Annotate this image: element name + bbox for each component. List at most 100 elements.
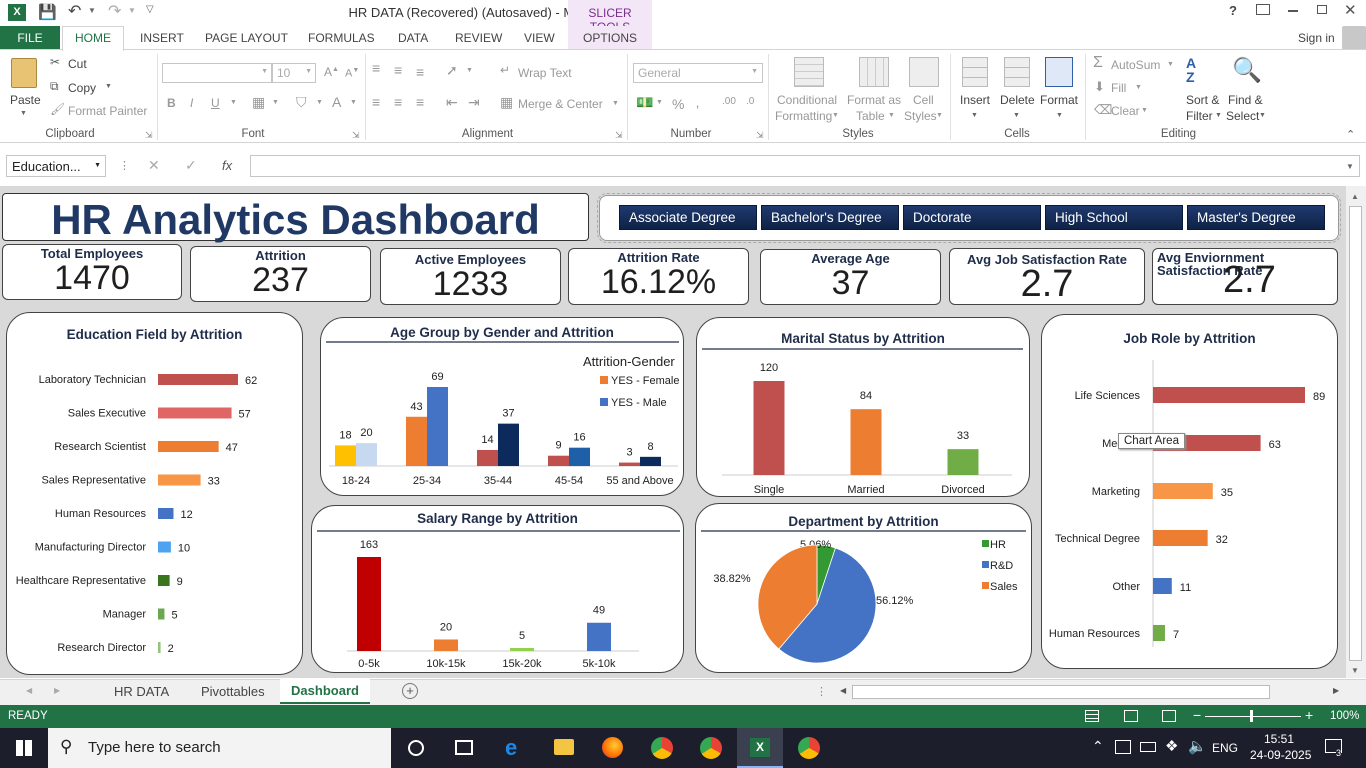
scroll-up-icon[interactable]: ▲ [1351,192,1359,201]
slicer-item-doctorate[interactable]: Doctorate [903,205,1041,230]
find-select-button[interactable]: Find & [1228,93,1263,107]
decrease-decimal-icon[interactable]: .0 [746,96,754,107]
tab-home[interactable]: HOME [62,26,124,51]
ribbon-display-icon[interactable] [1256,4,1270,15]
cortana-icon[interactable] [408,740,424,756]
hscroll-right-icon[interactable]: ▶ [1333,686,1339,695]
new-sheet-icon[interactable]: + [402,683,418,699]
format-cells-button[interactable]: Format [1040,93,1078,107]
expand-formula-icon[interactable]: ▼ [1346,162,1354,171]
tab-review[interactable]: REVIEW [455,31,502,45]
insert-cells-button[interactable]: Insert [960,93,990,107]
orientation-dropdown-icon[interactable]: ▼ [466,67,473,74]
autosum-icon[interactable]: Σ [1093,54,1103,72]
chrome-2-icon[interactable] [798,737,820,759]
meet-now-icon[interactable] [1115,740,1131,754]
conditional-formatting-icon[interactable] [794,57,824,87]
cut-icon[interactable]: ✂ [50,55,60,69]
format-as-table-button-2[interactable]: Table [856,109,885,123]
clear-icon[interactable]: ⌫ [1094,102,1112,118]
copy-dropdown-icon[interactable]: ▼ [105,83,112,90]
wrap-text-button[interactable]: Wrap Text [518,66,572,80]
clear-dropdown-icon[interactable]: ▼ [1141,107,1148,114]
format-as-table-icon[interactable] [859,57,889,87]
clipboard-launcher-icon[interactable]: ⇲ [145,130,153,141]
formula-input[interactable] [250,155,1360,177]
cut-button[interactable]: Cut [68,57,87,71]
increase-indent-icon[interactable]: ⇥ [468,94,480,111]
tab-splitter-icon[interactable]: ⋮ [816,685,827,698]
sheet-tab-pivottables[interactable]: Pivottables [201,684,265,699]
fill-button[interactable]: Fill [1111,81,1126,95]
taskbar-search[interactable]: ⚲ Type here to search [48,728,391,768]
accounting-format-icon[interactable]: 💵 [636,94,653,111]
format-cells-icon[interactable] [1045,57,1073,87]
find-select-icon[interactable]: 🔍 [1232,56,1262,85]
bottom-align-icon[interactable]: ≡ [416,64,424,80]
slicer-item-bachelors[interactable]: Bachelor's Degree [761,205,899,230]
next-sheet-icon[interactable]: ▶ [54,686,60,695]
delete-dropdown-icon[interactable]: ▼ [1013,112,1020,119]
page-break-view-icon[interactable] [1162,710,1176,722]
middle-align-icon[interactable]: ≡ [394,62,402,78]
underline-button[interactable]: U [211,96,220,110]
insert-cells-icon[interactable] [962,57,988,87]
help-icon[interactable]: ? [1229,3,1237,18]
scroll-down-icon[interactable]: ▼ [1351,666,1359,675]
minimize-icon[interactable] [1288,10,1298,12]
close-icon[interactable]: ✕ [1344,1,1357,19]
percent-style-button[interactable]: % [672,96,684,112]
merge-center-icon[interactable]: ▦ [500,94,513,111]
format-painter-icon[interactable]: 🖌 [50,102,65,116]
underline-dropdown-icon[interactable]: ▼ [230,99,237,106]
chart-education-field[interactable]: Education Field by Attrition Laboratory … [6,312,303,675]
find-dropdown-icon[interactable]: ▼ [1259,112,1266,119]
restore-icon[interactable] [1317,5,1327,14]
fill-color-icon[interactable]: ⛉ [296,94,307,111]
top-align-icon[interactable]: ≡ [372,60,380,76]
zoom-level[interactable]: 100% [1330,710,1359,722]
zoom-slider-thumb[interactable] [1250,710,1253,722]
paste-button[interactable]: Paste [10,93,41,107]
chrome-profile-icon[interactable] [700,737,722,759]
autosum-dropdown-icon[interactable]: ▼ [1167,61,1174,68]
tab-formulas[interactable]: FORMULAS [308,31,375,45]
normal-view-icon[interactable] [1085,710,1099,722]
italic-button[interactable]: I [190,96,193,110]
battery-icon[interactable] [1140,742,1156,752]
task-view-icon[interactable] [455,740,473,755]
tab-data[interactable]: DATA [398,31,428,45]
fill-icon[interactable]: ⬇ [1094,79,1105,95]
tray-expand-icon[interactable]: ⌃ [1092,738,1104,755]
sheet-tab-hr-data[interactable]: HR DATA [114,684,169,699]
tab-options[interactable]: OPTIONS [568,26,652,50]
copy-button[interactable]: Copy [68,81,96,95]
align-left-icon[interactable]: ≡ [372,94,380,110]
align-center-icon[interactable]: ≡ [394,94,402,110]
conditional-formatting-button-2[interactable]: Formatting [775,109,832,123]
sort-filter-icon[interactable]: AZ [1186,56,1196,84]
cancel-entry-icon[interactable]: ✕ [148,157,160,174]
font-color-icon[interactable]: A [332,94,341,110]
sort-dropdown-icon[interactable]: ▼ [1215,112,1222,119]
sort-filter-button[interactable]: Sort & [1186,93,1219,107]
chart-marital-status[interactable]: Marital Status by Attrition 120 Single 84 M… [696,317,1030,497]
merge-dropdown-icon[interactable]: ▼ [612,100,619,107]
font-name-dropdown[interactable]: ▼ [162,63,272,83]
bold-button[interactable]: B [167,96,176,110]
accounting-dropdown-icon[interactable]: ▼ [656,99,663,106]
tab-view[interactable]: VIEW [524,31,555,45]
edge-icon[interactable]: e [505,735,517,761]
dashboard-sheet[interactable]: HR Analytics Dashboard Associate Degree … [0,186,1346,678]
tab-page-layout[interactable]: PAGE LAYOUT [205,31,288,45]
collapse-ribbon-icon[interactable]: ⌃ [1346,128,1355,141]
comma-style-icon[interactable]: ‚ [696,94,699,110]
clock-date[interactable]: 24-09-2025 [1250,748,1311,762]
input-language[interactable]: ENG [1212,741,1238,755]
cell-styles-dropdown-icon[interactable]: ▼ [936,112,943,119]
format-painter-button[interactable]: Format Painter [68,104,147,118]
confirm-entry-icon[interactable]: ✓ [185,157,197,174]
insert-function-button[interactable]: fx [222,158,232,173]
paste-dropdown-icon[interactable]: ▼ [20,110,27,117]
clock-time[interactable]: 15:51 [1264,732,1294,746]
